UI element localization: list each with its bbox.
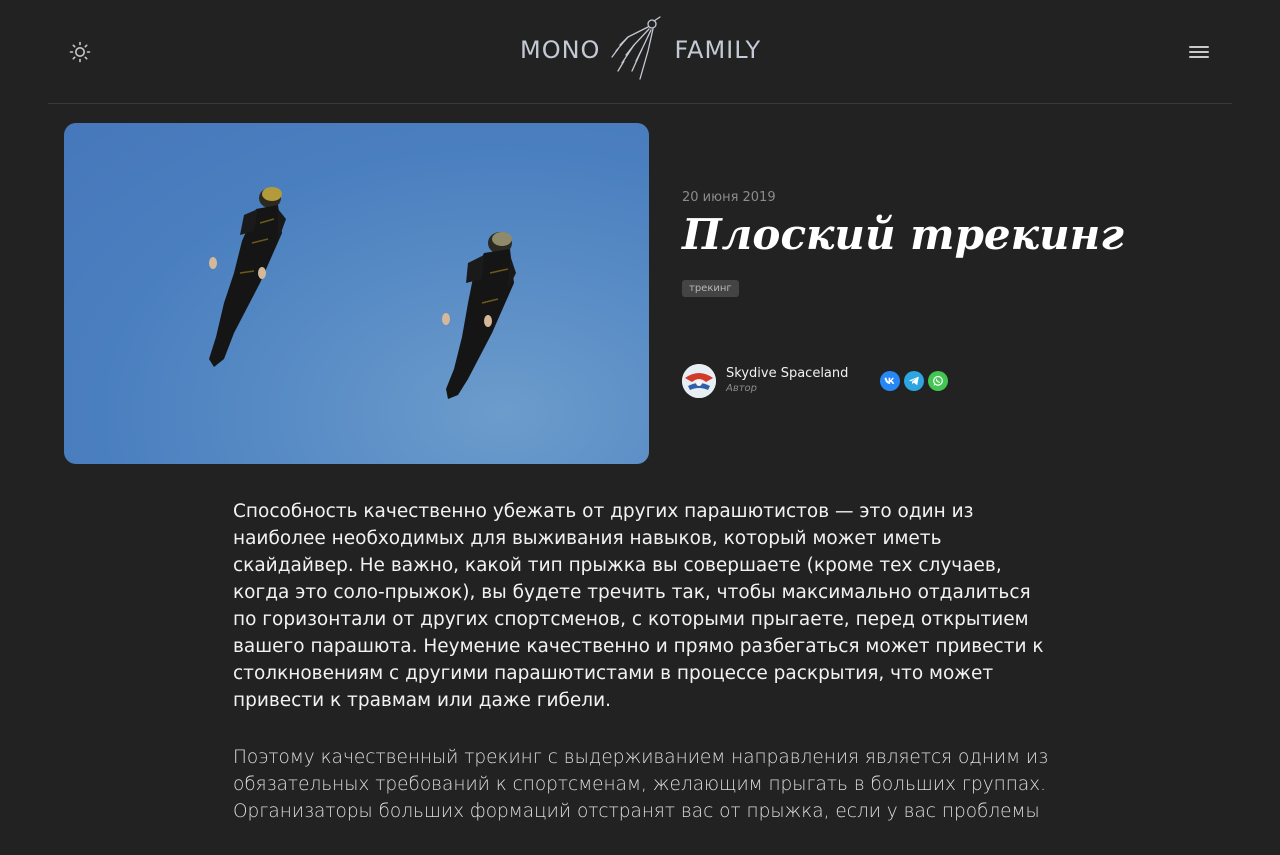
share-vk-button[interactable] bbox=[880, 371, 900, 391]
article-paragraph: Поэтому качественный трекинг с выдержива… bbox=[233, 747, 1049, 822]
skydiver-left bbox=[209, 187, 286, 367]
article-paragraph: Способность качественно убежать от други… bbox=[233, 501, 1044, 711]
vk-icon bbox=[884, 377, 895, 384]
share-buttons bbox=[880, 371, 948, 391]
whatsapp-icon bbox=[933, 375, 943, 386]
theme-toggle-button[interactable] bbox=[68, 40, 92, 64]
site-header: MONO FAMILY bbox=[48, 0, 1232, 104]
logo-text-right: FAMILY bbox=[674, 36, 762, 64]
tag-link[interactable]: трекинг bbox=[682, 280, 739, 297]
skydiver-right bbox=[442, 232, 516, 399]
author-block[interactable]: Skydive Spaceland Автор bbox=[682, 364, 848, 398]
post-date: 20 июня 2019 bbox=[682, 190, 776, 205]
author-name: Skydive Spaceland bbox=[726, 366, 849, 381]
share-whatsapp-button[interactable] bbox=[928, 371, 948, 391]
author-logo-icon bbox=[682, 364, 716, 398]
hamburger-icon bbox=[1189, 46, 1209, 58]
avatar bbox=[682, 364, 716, 398]
site-logo[interactable]: MONO FAMILY bbox=[520, 14, 761, 86]
sun-icon bbox=[69, 41, 91, 63]
post-title: Плоский трекинг bbox=[682, 210, 1124, 259]
menu-button[interactable] bbox=[1188, 40, 1210, 64]
article-body: Способность качественно убежать от други… bbox=[233, 498, 1053, 855]
author-role: Автор bbox=[726, 383, 758, 394]
skydivers-photo bbox=[209, 187, 516, 399]
logo-text-left: MONO bbox=[520, 36, 601, 64]
wingsuit-flyer-icon bbox=[611, 16, 662, 80]
hero-image bbox=[64, 123, 649, 464]
share-telegram-button[interactable] bbox=[904, 371, 924, 391]
telegram-icon bbox=[908, 376, 919, 386]
